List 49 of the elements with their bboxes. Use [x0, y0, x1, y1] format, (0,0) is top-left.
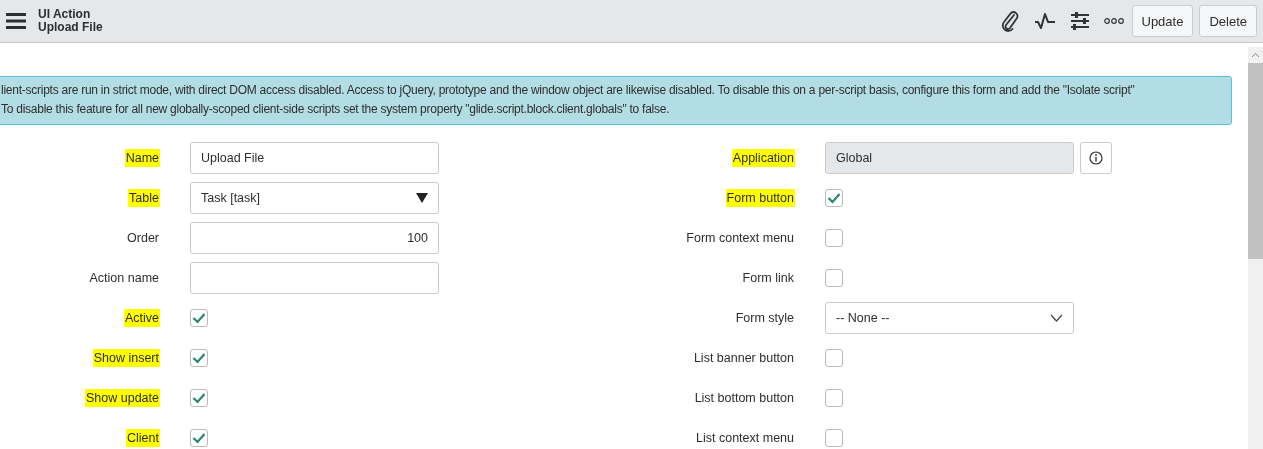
delete-button[interactable]: Delete	[1199, 5, 1257, 37]
record-name: Upload File	[38, 21, 103, 34]
field-label: Action name	[88, 270, 160, 287]
field-label: Order	[126, 230, 160, 247]
field-label: Form link	[741, 270, 795, 287]
checkbox[interactable]	[825, 229, 843, 247]
field-label: Application	[731, 149, 795, 167]
scrollbar[interactable]	[1248, 47, 1263, 449]
checkbox[interactable]	[825, 349, 843, 367]
scroll-up-icon[interactable]	[1251, 52, 1260, 58]
field-label: Client	[126, 429, 160, 447]
field-label: Table	[128, 189, 160, 207]
sliders-icon[interactable]	[1069, 11, 1090, 31]
checkbox[interactable]	[825, 269, 843, 287]
readonly-field[interactable]: Global	[825, 142, 1074, 174]
checkbox[interactable]	[190, 309, 208, 327]
dropdown-triangle-icon	[416, 193, 428, 203]
banner-text: lient-scripts are run in strict mode, with direct DOM access disabled. Access to jQuery, prototype and the window object are likewise disabled. To disable this on a per-script basis, configure this form and add the "Isolate script"	[1, 82, 1136, 99]
text-field[interactable]	[190, 262, 439, 294]
update-button[interactable]: Update	[1131, 5, 1194, 37]
style-select[interactable]: -- None --	[825, 302, 1074, 334]
field-label: Show update	[85, 389, 160, 407]
paperclip-icon[interactable]	[999, 10, 1020, 32]
more-icon[interactable]	[1103, 17, 1124, 25]
checkbox[interactable]	[190, 389, 208, 407]
field-label: Form button	[725, 189, 795, 207]
field-label: Form style	[734, 310, 795, 327]
checkbox[interactable]	[825, 189, 843, 207]
record-type: UI Action	[38, 8, 92, 21]
field-label: Name	[124, 149, 160, 167]
text-field[interactable]: Upload File	[190, 142, 439, 174]
field-label: List bottom button	[693, 390, 795, 407]
field-label: Form context menu	[685, 230, 795, 247]
info-icon	[1089, 151, 1103, 165]
table-select[interactable]: Task [task]	[190, 182, 439, 214]
field-label: Active	[123, 309, 160, 327]
checkbox[interactable]	[190, 349, 208, 367]
field-label: List banner button	[692, 350, 795, 367]
checkbox[interactable]	[825, 389, 843, 407]
field-label: List context menu	[695, 430, 795, 447]
number-field[interactable]: 100	[190, 222, 439, 254]
activity-icon[interactable]	[1033, 12, 1056, 30]
chevron-down-icon	[1050, 314, 1063, 322]
checkbox[interactable]	[825, 429, 843, 447]
checkbox[interactable]	[190, 429, 208, 447]
banner-text: To disable this feature for all new globally-scoped client-side scripts set the system property "glide.script.block.client.globals" to false.	[1, 101, 671, 118]
menu-icon[interactable]	[6, 13, 26, 29]
info-button[interactable]	[1080, 142, 1112, 174]
field-label: Show insert	[92, 349, 160, 367]
